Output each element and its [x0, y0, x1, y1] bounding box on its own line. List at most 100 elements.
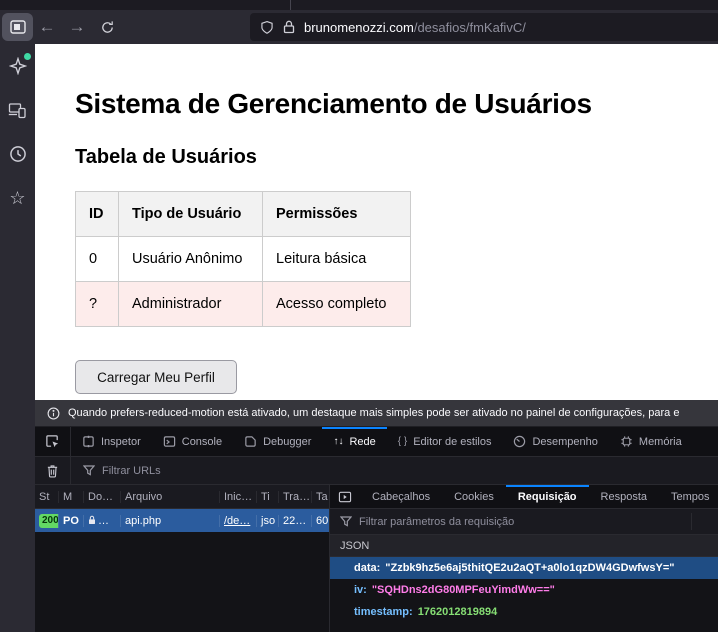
status-badge: 200: [39, 514, 59, 528]
forward-arrow-icon: →: [69, 17, 86, 37]
synced-tabs-button[interactable]: [8, 100, 28, 120]
devtools-panel: Quando prefers-reduced-motion está ativa…: [35, 400, 718, 632]
param-key: data:: [354, 562, 380, 574]
page-content: Sistema de Gerenciamento de Usuários Tab…: [35, 44, 718, 400]
col-transferred[interactable]: Tra…: [279, 491, 312, 503]
col-domain[interactable]: Do…: [84, 491, 121, 503]
detail-tabbar: Cabeçalhos Cookies Requisição Resposta T…: [330, 485, 718, 509]
col-initiator[interactable]: Inic…: [220, 491, 257, 503]
col-size[interactable]: Ta: [312, 491, 330, 503]
col-method[interactable]: M: [59, 491, 84, 503]
table-row-anonimo: 0 Usuário Anônimo Leitura básica: [76, 237, 411, 282]
url-path: /desafios/fmKafivC/: [414, 20, 526, 35]
tab-inspetor[interactable]: Inspetor: [71, 427, 152, 456]
devtools-notification: Quando prefers-reduced-motion está ativa…: [35, 400, 718, 427]
element-picker-button[interactable]: [35, 427, 71, 456]
cell-permissoes: Acesso completo: [263, 282, 411, 327]
ai-status-dot: [24, 53, 31, 60]
col-type[interactable]: Ti: [257, 491, 279, 503]
browser-window: ← → brunomenozzi.com/desafios/fmKafivC: [0, 0, 718, 632]
tab-label: Cabeçalhos: [372, 491, 430, 503]
cell-id: ?: [76, 282, 119, 327]
tab-debugger[interactable]: Debugger: [233, 427, 322, 456]
clear-requests-button[interactable]: [35, 457, 71, 484]
tab-cookies[interactable]: Cookies: [442, 485, 506, 508]
firefox-sidebar: ☆: [0, 44, 35, 632]
param-row-iv[interactable]: iv: "SQHDns2dG80MPFeuYimdWw==": [330, 579, 718, 601]
json-section-label: JSON: [340, 540, 369, 552]
request-transferred: 22…: [279, 515, 312, 527]
notification-text: Quando prefers-reduced-motion está ativa…: [68, 407, 679, 419]
param-row-timestamp[interactable]: timestamp: 1762012819894: [330, 601, 718, 623]
json-section-header[interactable]: JSON: [330, 535, 718, 557]
gauge-icon: [513, 435, 526, 448]
star-icon: ☆: [9, 189, 25, 207]
back-button[interactable]: ←: [32, 14, 62, 40]
tab-label: Inspetor: [101, 436, 141, 448]
param-row-data[interactable]: data: "Zzbk9hz5e6aj5thitQE2u2aQT+a0lo1qz…: [330, 557, 718, 579]
url-bar[interactable]: brunomenozzi.com/desafios/fmKafivC/: [250, 13, 718, 41]
filter-bar-divider: [691, 513, 692, 530]
forward-button[interactable]: →: [62, 14, 92, 40]
tab-rede[interactable]: ↑↓ Rede: [322, 427, 386, 456]
shield-icon[interactable]: [260, 20, 274, 35]
history-button[interactable]: [8, 144, 28, 164]
browser-toolbar: ← → brunomenozzi.com/desafios/fmKafivC: [0, 10, 718, 44]
tab-cabecalhos[interactable]: Cabeçalhos: [360, 485, 442, 508]
tab-memoria[interactable]: Memória: [609, 427, 693, 456]
devtools-tabbar: Inspetor Console Debugger ↑↓: [35, 427, 718, 457]
request-type: jso: [257, 515, 279, 527]
request-list: St M Do… Arquivo Inic… Ti Tra… Ta 200 PO…: [35, 485, 330, 632]
param-value: "Zzbk9hz5e6aj5thitQE2u2aQT+a0lo1qzDW4GDw…: [385, 562, 674, 574]
ai-chat-button[interactable]: [8, 56, 28, 76]
tab-editor-de-estilos[interactable]: { } Editor de estilos: [387, 427, 503, 456]
console-icon: [163, 435, 176, 448]
col-header-id: ID: [76, 192, 119, 237]
funnel-icon: [83, 465, 95, 476]
lock-icon[interactable]: [283, 20, 295, 34]
tab-tempos[interactable]: Tempos: [659, 485, 718, 508]
request-detail-panel: Cabeçalhos Cookies Requisição Resposta T…: [330, 485, 718, 632]
tab-label: Memória: [639, 436, 682, 448]
tab-requisicao[interactable]: Requisição: [506, 485, 589, 508]
tab-label: Tempos: [671, 491, 710, 503]
col-status[interactable]: St: [35, 491, 59, 503]
detail-filter-bar: [330, 509, 718, 535]
section-title: Tabela de Usuários: [75, 146, 718, 169]
tab-desempenho[interactable]: Desempenho: [502, 427, 608, 456]
request-file: api.php: [121, 515, 220, 527]
param-key: iv:: [354, 584, 367, 596]
cell-permissoes: Leitura básica: [263, 237, 411, 282]
devices-icon: [8, 102, 27, 119]
tab-console[interactable]: Console: [152, 427, 233, 456]
cell-id: 0: [76, 237, 119, 282]
tab-label: Cookies: [454, 491, 494, 503]
col-header-permissoes: Permissões: [263, 192, 411, 237]
tab-label: Resposta: [601, 491, 647, 503]
table-header-row: ID Tipo de Usuário Permissões: [76, 192, 411, 237]
col-file[interactable]: Arquivo: [121, 491, 220, 503]
inspector-icon: [82, 435, 95, 448]
sidebar-toggle-button[interactable]: [2, 13, 33, 41]
cell-tipo: Administrador: [119, 282, 263, 327]
request-initiator[interactable]: /de…: [220, 515, 257, 527]
toggle-panel-button[interactable]: [330, 485, 360, 508]
back-arrow-icon: ←: [39, 17, 56, 37]
load-profile-button[interactable]: Carregar Meu Perfil: [75, 360, 237, 394]
request-row-selected[interactable]: 200 PO … api.php /de… jso 22… 60: [35, 509, 329, 532]
request-size: 60: [312, 515, 330, 527]
network-body: St M Do… Arquivo Inic… Ti Tra… Ta 200 PO…: [35, 485, 718, 632]
param-value: "SQHDns2dG80MPFeuYimdWw==": [372, 584, 555, 596]
users-table: ID Tipo de Usuário Permissões 0 Usuário …: [75, 191, 411, 327]
reload-icon: [100, 20, 115, 35]
request-list-header: St M Do… Arquivo Inic… Ti Tra… Ta: [35, 485, 329, 509]
reload-button[interactable]: [92, 14, 122, 40]
tab-resposta[interactable]: Resposta: [589, 485, 659, 508]
filter-urls-input[interactable]: [102, 465, 302, 477]
tab-label: Console: [182, 436, 222, 448]
domain-text: …: [98, 515, 109, 527]
tab-label: Desempenho: [532, 436, 597, 448]
request-domain: …: [84, 515, 121, 527]
filter-params-input[interactable]: [359, 516, 589, 528]
bookmarks-button[interactable]: ☆: [8, 188, 28, 208]
